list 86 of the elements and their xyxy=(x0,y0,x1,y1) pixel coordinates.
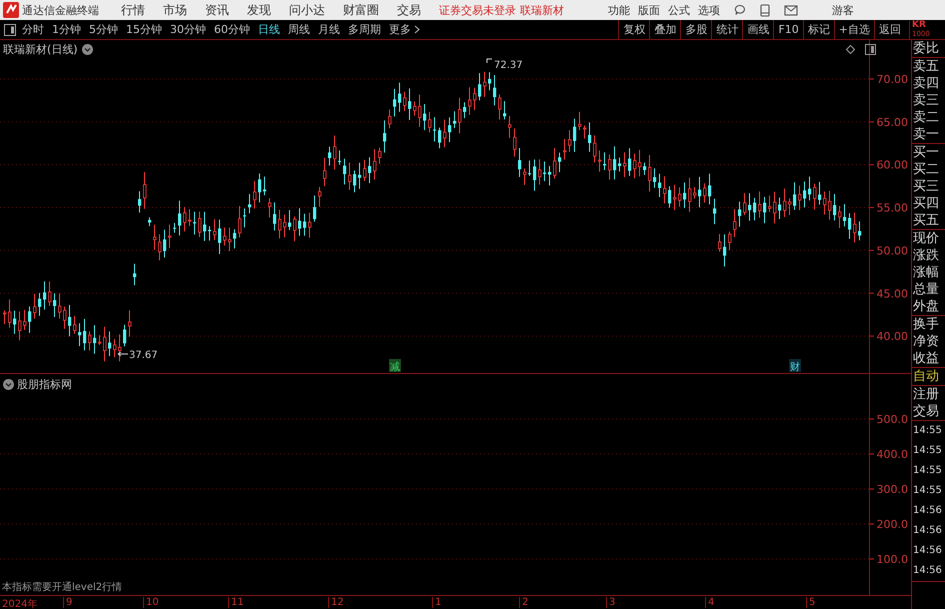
period-tab[interactable]: 周线 xyxy=(288,22,310,37)
date-axis-label: 9 xyxy=(63,597,72,608)
quote-label: 买三 xyxy=(912,178,940,195)
signal-marker: 减 xyxy=(389,359,401,373)
period-tab[interactable]: 日线 xyxy=(258,22,280,37)
trade-time: 14:55 xyxy=(912,484,943,498)
period-tab[interactable]: 60分钟 xyxy=(214,22,250,37)
login-notice[interactable]: 证券交易未登录 xyxy=(439,2,516,18)
chart-title: 联瑞新材(日线) xyxy=(3,42,78,57)
quote-label: 交易 xyxy=(912,403,940,420)
period-tab[interactable]: 5分钟 xyxy=(89,22,118,37)
quote-label: 卖二 xyxy=(912,109,940,126)
date-axis-label: 2024年 xyxy=(2,598,38,609)
trade-time: 14:56 xyxy=(912,524,943,538)
period-tab[interactable]: 更多 xyxy=(389,22,420,37)
quote-label: 买五 xyxy=(912,212,940,229)
date-axis-label: 12 xyxy=(328,597,344,608)
indicator-axis-label: 400.0 xyxy=(876,448,908,461)
indicator-axis-label: 500.0 xyxy=(876,413,908,426)
quote-label: 净资 xyxy=(912,333,940,350)
quote-label: 卖五 xyxy=(912,58,940,75)
quote-label: 买一 xyxy=(912,144,940,161)
tool-menu-item[interactable]: 公式 xyxy=(668,2,690,18)
trade-time: 14:55 xyxy=(912,444,943,458)
date-axis-label: 5 xyxy=(806,597,816,608)
quote-label: 买二 xyxy=(912,161,940,178)
tool-menu-item[interactable]: 版面 xyxy=(638,2,660,18)
quote-label: 涨幅 xyxy=(912,264,940,281)
low-price-label: 37.67 xyxy=(118,350,158,361)
price-axis-label: 45.00 xyxy=(876,287,908,300)
indicator-axis-label: 300.0 xyxy=(876,483,908,496)
indicator-title: 股朋指标网 xyxy=(17,377,72,392)
quote-label: 涨跌 xyxy=(912,247,940,264)
menu-item[interactable]: 财富圈 xyxy=(343,2,379,18)
date-axis-label: 11 xyxy=(228,597,244,608)
period-tab[interactable]: 分时 xyxy=(22,22,44,37)
trade-time: 14:56 xyxy=(912,564,943,578)
stock-link[interactable]: 联瑞新材 xyxy=(520,2,564,18)
quote-label: 委比 xyxy=(912,40,940,57)
high-price-label: 72.37 xyxy=(486,58,523,71)
menu-item[interactable]: 问小达 xyxy=(289,2,325,18)
app-title: 通达信金融终端 xyxy=(22,2,99,18)
quote-label: 注册 xyxy=(912,386,940,403)
period-tab[interactable]: 月线 xyxy=(318,22,340,37)
signal-marker: 财 xyxy=(789,359,801,373)
quote-label: 卖三 xyxy=(912,92,940,109)
menu-item[interactable]: 市场 xyxy=(163,2,187,18)
tool-menu-item[interactable]: 选项 xyxy=(698,2,720,18)
quote-label: 外盘 xyxy=(912,298,940,315)
quote-label: 卖一 xyxy=(912,126,940,143)
menu-item[interactable]: 发现 xyxy=(247,2,271,18)
price-axis-label: 40.00 xyxy=(876,330,908,344)
price-axis-label: 55.00 xyxy=(876,202,908,215)
period-tab[interactable]: 15分钟 xyxy=(126,22,162,37)
trade-time: 14:56 xyxy=(912,544,943,558)
quote-label: 现价 xyxy=(912,230,940,247)
quote-label: 卖四 xyxy=(912,75,940,92)
price-axis-label: 60.00 xyxy=(876,158,908,172)
quote-label: 买四 xyxy=(912,195,940,212)
price-axis-label: 70.00 xyxy=(876,73,908,86)
quote-code: KR xyxy=(912,20,926,30)
price-axis-label: 65.00 xyxy=(876,116,908,129)
date-axis-label: 10 xyxy=(143,597,159,608)
quote-label: 自动 xyxy=(912,368,940,385)
guest-user[interactable]: 游客 xyxy=(832,2,854,18)
date-axis-label: 1 xyxy=(432,597,442,608)
quote-label: 换手 xyxy=(912,316,940,333)
trade-time: 14:56 xyxy=(912,504,943,518)
menu-item[interactable]: 交易 xyxy=(397,2,421,18)
period-tab[interactable]: 多周期 xyxy=(348,22,381,37)
quote-label: 收益 xyxy=(912,350,940,367)
price-axis-label: 50.00 xyxy=(876,244,908,258)
menu-item[interactable]: 资讯 xyxy=(205,2,229,18)
date-axis-label: 2 xyxy=(519,597,528,608)
indicator-note: 本指标需要开通level2行情 xyxy=(2,580,122,594)
indicator-axis-label: 200.0 xyxy=(876,518,908,531)
tool-menu-item[interactable]: 功能 xyxy=(608,2,630,18)
period-tab[interactable]: 30分钟 xyxy=(170,22,206,37)
trade-time: 14:55 xyxy=(912,464,943,478)
menu-item[interactable]: 行情 xyxy=(121,2,145,18)
quote-label: 总量 xyxy=(912,281,940,298)
period-tab[interactable]: 1分钟 xyxy=(52,22,81,37)
indicator-axis-label: 100.0 xyxy=(876,553,908,566)
date-axis-label: 3 xyxy=(606,597,616,608)
date-axis-label: 4 xyxy=(705,597,714,608)
trade-time: 14:55 xyxy=(912,424,943,438)
